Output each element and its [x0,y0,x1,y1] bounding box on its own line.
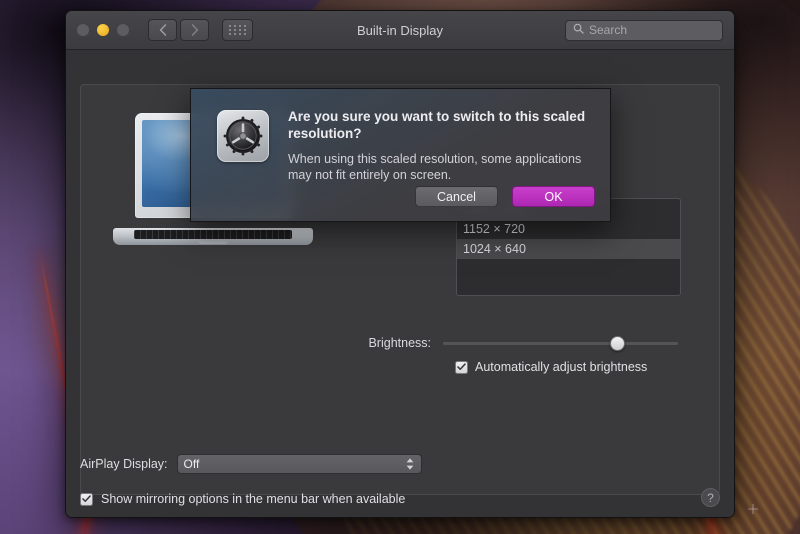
chevron-left-icon [159,24,166,36]
cancel-button[interactable]: Cancel [415,186,498,207]
airplay-row: AirPlay Display: Off [80,454,422,474]
close-button[interactable] [77,24,89,36]
search-icon [573,21,584,39]
search-field[interactable] [565,19,723,41]
dialog-button-row: Cancel OK [415,186,595,207]
brightness-slider[interactable] [443,335,678,351]
slider-knob[interactable] [609,335,625,351]
minimize-button[interactable] [97,24,109,36]
chevron-right-icon [191,24,198,36]
brightness-row: Brightness: [81,335,719,351]
tab-bar-area [80,61,720,70]
navigation-buttons [148,19,209,41]
brightness-label: Brightness: [368,336,431,350]
search-input[interactable] [589,23,715,37]
zoom-button[interactable] [117,24,129,36]
auto-brightness-row[interactable]: Automatically adjust brightness [81,360,719,374]
system-preferences-gear-icon [217,110,269,162]
bottom-controls: AirPlay Display: Off Show mirroring opti… [80,454,720,517]
grid-icon [228,25,247,35]
mirroring-checkbox[interactable] [80,492,93,506]
slider-track [443,341,678,345]
airplay-selected-value: Off [183,457,200,471]
dialog-title: Are you sure you want to switch to this … [288,109,586,141]
laptop-base [113,228,313,245]
dialog-message: When using this scaled resolution, some … [288,152,582,182]
traffic-lights [77,24,129,36]
auto-brightness-label: Automatically adjust brightness [475,360,648,374]
checkmark-icon [82,495,91,502]
checkmark-icon [457,363,466,370]
show-all-button[interactable] [222,19,253,41]
mirroring-label: Show mirroring options in the menu bar w… [101,492,406,506]
window-body: MacBook Air 1280 × 800 1152 × 720 1024 ×… [66,50,734,517]
back-button[interactable] [148,19,177,41]
resolution-item-selected[interactable]: 1024 × 640 [457,239,680,259]
laptop-trackpad-notch [198,241,228,244]
chevron-updown-icon [406,458,414,470]
help-button[interactable]: ? [701,488,720,507]
scaled-resolution-confirm-dialog: Are you sure you want to switch to this … [190,88,611,222]
displays-preferences-window: Built-in Display MacBook Air [65,10,735,518]
window-titlebar: Built-in Display [66,11,734,50]
mirroring-row[interactable]: Show mirroring options in the menu bar w… [80,492,405,506]
laptop-keyboard [134,230,292,239]
airplay-label: AirPlay Display: [80,457,168,471]
forward-button[interactable] [180,19,209,41]
ok-button[interactable]: OK [512,186,595,207]
resolution-item[interactable]: 1152 × 720 [457,219,680,239]
airplay-select[interactable]: Off [176,454,422,474]
auto-brightness-checkbox[interactable] [455,360,468,374]
